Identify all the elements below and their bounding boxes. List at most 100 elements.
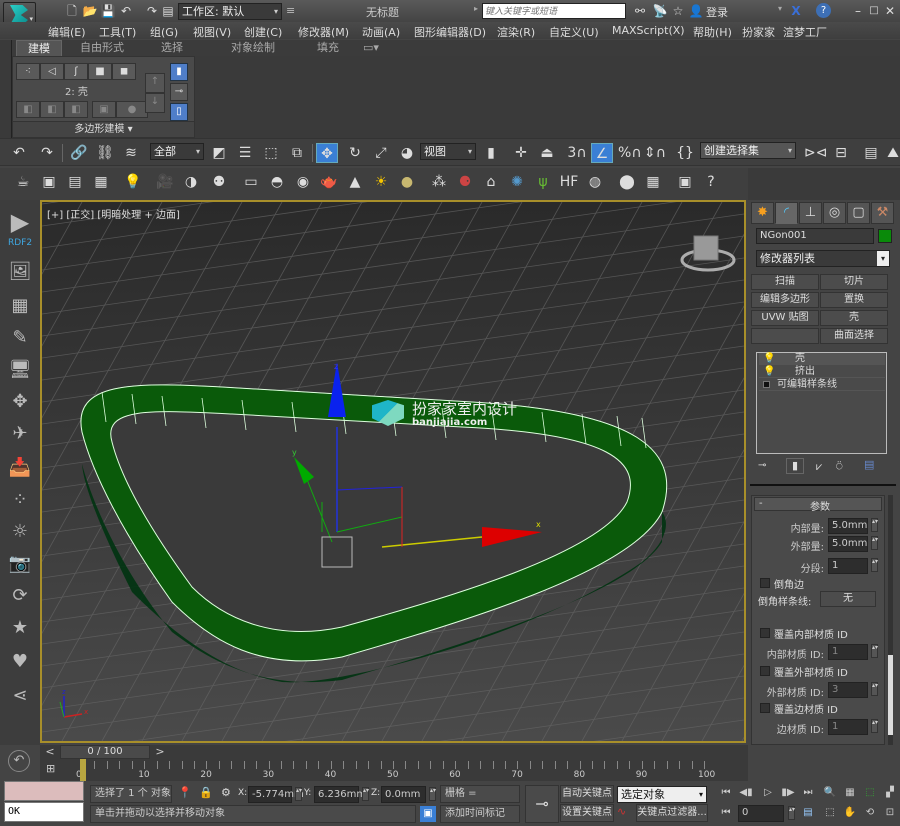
user-icon[interactable]: 👤 — [688, 3, 704, 19]
utilities-tab-icon[interactable]: ⚒ — [871, 202, 894, 224]
make-unique-icon[interactable]: ⩗ — [816, 460, 822, 474]
y-coord-input[interactable]: 6.236mm — [314, 786, 366, 803]
zoom-extents-icon[interactable]: ⬚ — [862, 785, 878, 801]
outer-amount-spinner[interactable]: ▴▾ — [871, 536, 878, 550]
ribbon-tab-freeform[interactable]: 自由形式 — [72, 40, 132, 56]
modifier-list-dropdown[interactable]: 修改器列表 ▾ — [756, 250, 890, 267]
orbit-icon[interactable]: ⟲ — [862, 805, 878, 821]
monitor-icon[interactable]: 🖥 — [8, 358, 32, 382]
stack-item-shell[interactable]: 💡 壳 — [759, 353, 885, 365]
project-folder-icon[interactable]: ▤ — [160, 3, 176, 19]
vray-ambient-light-icon[interactable]: ● — [396, 172, 418, 192]
light-lister-icon[interactable]: 💡 — [122, 172, 144, 192]
customize-qat-icon[interactable]: ≡ — [286, 4, 295, 17]
remove-modifier-icon[interactable]: ⍥ — [836, 460, 843, 474]
create-tab-icon[interactable]: ✸ — [751, 202, 774, 224]
field-of-view-icon[interactable]: ⬚ — [822, 805, 838, 821]
hierarchy-tab-icon[interactable]: ⊥ — [799, 202, 822, 224]
menu-maxscript[interactable]: MAXScript(X) — [612, 24, 685, 37]
override-edge-mat-checkbox[interactable] — [760, 703, 770, 713]
exchange-x-icon[interactable]: X — [788, 3, 804, 19]
cage-icon[interactable]: ▣ — [92, 101, 116, 118]
outer-amount-input[interactable]: 5.0mm — [828, 536, 868, 552]
layer-manager-icon[interactable]: ▤ — [860, 143, 882, 163]
modifier-displace-button[interactable]: 置换 — [820, 292, 888, 308]
viewport-label-menu[interactable]: [+] [正交] [明暗处理 + 边面] — [47, 206, 180, 221]
y-coord-spinner[interactable]: ▴▾ — [362, 787, 369, 801]
vray-fur-icon[interactable]: ⁂ — [428, 172, 450, 192]
modifier-stack-list[interactable]: 💡 壳 💡 挤出 可编辑样条线 — [756, 352, 887, 454]
key-filters-button[interactable]: 关键点过滤器... — [636, 804, 708, 822]
align-icon[interactable]: ⊟ — [830, 143, 852, 163]
current-frame-spinner[interactable]: ▴▾ — [788, 806, 795, 820]
select-and-scale-icon[interactable]: ⤢ — [370, 143, 392, 163]
modify-tab-icon[interactable]: ◜ — [775, 202, 798, 224]
new-file-icon[interactable]: 🗋 — [64, 3, 80, 19]
vray-hair-icon[interactable]: HF — [558, 172, 580, 192]
redo-icon[interactable]: ↷ — [36, 143, 58, 163]
toggle-modifier-icon[interactable]: ▯ — [170, 103, 188, 121]
maxscript-output[interactable]: OK — [4, 802, 84, 822]
object-name-field[interactable]: NGon001 — [756, 228, 874, 244]
select-toggle-icon[interactable]: ◧ — [16, 101, 40, 118]
render-settings-table-icon[interactable]: ▦ — [90, 172, 112, 192]
expand-icon[interactable] — [763, 381, 770, 388]
zoom-extents-all-icon[interactable]: ▞ — [882, 785, 898, 801]
select-and-place-icon[interactable]: ◕ — [396, 143, 418, 163]
edit-named-selection-icon[interactable]: {} — [674, 143, 696, 163]
edge-mode-icon[interactable]: ◁ — [40, 63, 64, 80]
vray-grass-icon[interactable]: ψ — [532, 172, 554, 192]
inner-mat-id-spinner[interactable]: ▴▾ — [871, 644, 878, 658]
track-bar[interactable]: ⊞ 0 10 20 30 40 50 60 70 80 90 100 — [40, 759, 748, 781]
ribbon-panel-title[interactable]: 多边形建模 ▾ — [13, 121, 194, 137]
z-coord-spinner[interactable]: ▴▾ — [429, 787, 436, 801]
bevel-edges-checkbox[interactable] — [760, 578, 770, 588]
parameters-rollout-header[interactable]: - 参数 — [754, 497, 882, 513]
camera-icon[interactable]: 🎥 — [154, 172, 176, 192]
zoom-icon[interactable]: 🔍 — [822, 785, 838, 801]
workspace-dropdown[interactable]: 工作区: 默认 ▾ — [178, 3, 282, 20]
border-mode-icon[interactable]: ʃ — [64, 63, 88, 80]
minimize-icon[interactable]: – — [850, 3, 866, 19]
camera-snapshot-icon[interactable]: 📷 — [8, 552, 32, 576]
undo-icon[interactable]: ↶ — [118, 3, 134, 19]
stack-item-extrude[interactable]: 💡 挤出 — [759, 366, 885, 378]
object-color-swatch[interactable] — [878, 229, 892, 243]
named-selection-set-dropdown[interactable]: 创建选择集 ▾ — [700, 142, 796, 159]
vray-cam-icon[interactable]: ◑ — [180, 172, 202, 192]
element-mode-icon[interactable]: ◼ — [112, 63, 136, 80]
vray-displacement-icon[interactable]: ◍ — [584, 172, 606, 192]
help-circle-icon[interactable]: ? — [700, 172, 722, 192]
stack-item-editable-spline[interactable]: 可编辑样条线 — [759, 379, 885, 391]
move-arrows-icon[interactable]: ✥ — [8, 390, 32, 414]
subscription-center-icon[interactable]: 📡 — [652, 3, 668, 19]
spinner-snap-icon[interactable]: ⇕∩ — [644, 143, 666, 163]
time-slider[interactable]: < 0 / 100 > — [40, 745, 748, 759]
key-mode-toggle-icon[interactable]: ⏮ — [718, 805, 734, 821]
maxscript-listener-input[interactable] — [4, 781, 84, 801]
image-icon[interactable]: 🖼 — [8, 260, 32, 284]
zoom-all-icon[interactable]: ▦ — [842, 785, 858, 801]
modifier-shell-button[interactable]: 壳 — [820, 310, 888, 326]
inner-amount-input[interactable]: 5.0mm — [828, 518, 868, 534]
move-down-stack-icon[interactable]: ↓ — [145, 93, 165, 113]
mirror-icon[interactable]: ⊳⊲ — [804, 143, 827, 163]
ribbon-tab-object-paint[interactable]: 对象绘制 — [218, 40, 288, 56]
select-object-icon[interactable]: ◩ — [208, 143, 230, 163]
menu-create[interactable]: 创建(C) — [244, 24, 282, 40]
time-configuration-icon[interactable]: ▤ — [800, 805, 816, 821]
time-slider-thumb[interactable]: 0 / 100 — [60, 745, 150, 759]
apps-dots-icon[interactable]: ⁘ — [8, 488, 32, 512]
convert-scene-icon[interactable]: ▣ — [674, 172, 696, 192]
bulb-icon[interactable]: 💡 — [763, 366, 775, 378]
percent-snap-icon[interactable]: %∩ — [618, 143, 642, 163]
polygon-mode-icon[interactable]: ■ — [88, 63, 112, 80]
x-coord-spinner[interactable]: ▴▾ — [295, 787, 302, 801]
pin-stack-icon[interactable]: ⊸ — [170, 83, 188, 101]
modifier-surface-select-button[interactable]: 曲面选择 — [820, 328, 888, 344]
menu-views[interactable]: 视图(V) — [193, 24, 231, 40]
menu-edit[interactable]: 编辑(E) — [48, 24, 86, 40]
bind-space-warp-icon[interactable]: ≋ — [120, 143, 142, 163]
heart-icon[interactable]: ♥ — [8, 650, 32, 674]
edge-mat-id-spinner[interactable]: ▴▾ — [871, 719, 878, 733]
